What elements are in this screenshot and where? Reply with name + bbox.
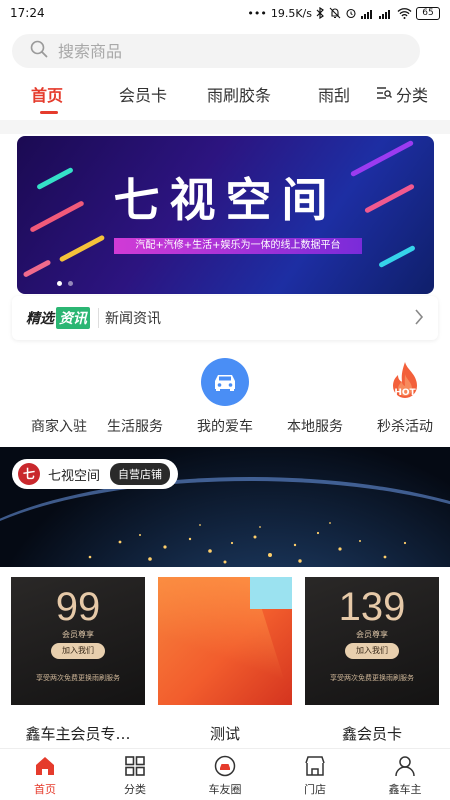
category-tabs: 首页 会员卡 雨刷胶条 雨刮 分类 bbox=[0, 72, 450, 118]
product-title: 鑫车主会员专… bbox=[25, 725, 131, 743]
nav-store[interactable]: 门店 bbox=[270, 755, 360, 799]
card-price: 139 bbox=[338, 585, 406, 629]
home-icon bbox=[34, 755, 56, 777]
store-tag-badge: 自营店铺 bbox=[110, 463, 171, 485]
news-logo: 精选 资讯 bbox=[26, 307, 90, 329]
bluetooth-icon bbox=[316, 7, 325, 19]
quick-label: 秒杀活动 bbox=[377, 419, 433, 435]
store-banner[interactable]: 七 七视空间 自营店铺 bbox=[0, 447, 450, 567]
status-icons: ••• 19.5K/s 65 bbox=[247, 6, 440, 20]
banner-streak bbox=[22, 259, 52, 278]
card-price: 99 bbox=[55, 585, 101, 629]
card-description: 享受两次免费更换雨刷服务 bbox=[330, 674, 414, 682]
news-label: 新闻资讯 bbox=[105, 311, 161, 327]
nav-home[interactable]: 首页 bbox=[0, 755, 90, 799]
signal-icon bbox=[361, 8, 375, 19]
nav-label: 分类 bbox=[124, 783, 146, 796]
banner-subtitle: 汽配+汽修+生活+娱乐为一体的线上数据平台 bbox=[114, 238, 362, 254]
quick-menu: 商家入驻 生活服务 我的爱车 本地服务 HOT 秒杀活动 bbox=[0, 350, 450, 440]
search-bar[interactable] bbox=[12, 34, 420, 68]
banner-dot bbox=[57, 281, 62, 286]
store-icon bbox=[304, 755, 326, 777]
chevron-right-icon bbox=[414, 308, 424, 330]
section-divider bbox=[0, 120, 450, 134]
card-join-badge: 加入我们 bbox=[345, 643, 399, 659]
tab-wiper[interactable]: 雨刮 bbox=[318, 82, 350, 106]
image-accent bbox=[250, 577, 292, 609]
product-image bbox=[158, 577, 292, 705]
quick-label: 本地服务 bbox=[287, 419, 343, 435]
quick-life-service[interactable]: 生活服务 bbox=[90, 350, 180, 440]
grid-icon bbox=[124, 755, 146, 777]
hot-text: HOT bbox=[394, 388, 416, 398]
card-description: 享受两次免费更换雨刷服务 bbox=[36, 674, 120, 682]
promo-banner[interactable]: 七视空间 汽配+汽修+生活+娱乐为一体的线上数据平台 bbox=[17, 136, 434, 294]
mute-bell-icon bbox=[329, 7, 341, 19]
user-icon bbox=[394, 755, 416, 777]
nav-label: 门店 bbox=[304, 783, 326, 796]
store-logo: 七 bbox=[18, 463, 40, 485]
nav-profile[interactable]: 鑫车主 bbox=[360, 755, 450, 799]
quick-flash-sale[interactable]: HOT 秒杀活动 bbox=[360, 350, 450, 440]
banner-streak bbox=[378, 244, 416, 269]
active-tab-indicator bbox=[40, 111, 58, 114]
card-caption: 会员尊享 bbox=[356, 630, 388, 639]
search-input[interactable] bbox=[58, 41, 358, 61]
quick-label: 我的爱车 bbox=[197, 419, 253, 435]
quick-local-service[interactable]: 本地服务 bbox=[270, 350, 360, 440]
banner-streak bbox=[58, 234, 106, 263]
alarm-icon bbox=[345, 7, 357, 19]
nav-label: 首页 bbox=[34, 783, 56, 796]
status-time: 17:24 bbox=[10, 6, 45, 20]
nav-car-friends[interactable]: 车友圈 bbox=[180, 755, 270, 799]
store-name: 七视空间 bbox=[48, 468, 101, 484]
quick-label: 生活服务 bbox=[107, 419, 163, 435]
list-icon bbox=[376, 85, 392, 104]
news-logo-text: 精选 bbox=[26, 311, 54, 327]
tab-category-button[interactable]: 分类 bbox=[376, 82, 428, 106]
bottom-navigation: 首页 分类 车友圈 门店 鑫车主 bbox=[0, 748, 450, 800]
store-info-pill[interactable]: 七 七视空间 自营店铺 bbox=[12, 459, 179, 489]
search-icon bbox=[30, 40, 58, 62]
signal-hd-icon bbox=[379, 8, 393, 19]
banner-pagination bbox=[57, 281, 73, 286]
status-bar: 17:24 ••• 19.5K/s 65 bbox=[0, 0, 450, 26]
product-image: 139 会员尊享 加入我们 享受两次免费更换雨刷服务 bbox=[305, 577, 439, 705]
nav-category[interactable]: 分类 bbox=[90, 755, 180, 799]
card-caption: 会员尊享 bbox=[62, 630, 94, 639]
tab-category-label: 分类 bbox=[396, 86, 429, 105]
product-title: 测试 bbox=[209, 725, 240, 743]
more-dots-icon: ••• bbox=[247, 6, 267, 20]
car-icon bbox=[201, 358, 249, 406]
network-speed: 19.5K/s bbox=[270, 6, 312, 20]
product-image: 99 会员尊享 加入我们 享受两次免费更换雨刷服务 bbox=[11, 577, 145, 705]
product-title: 鑫会员卡 bbox=[341, 725, 402, 743]
card-join-badge: 加入我们 bbox=[51, 643, 105, 659]
news-divider bbox=[98, 308, 99, 328]
nav-label: 鑫车主 bbox=[388, 783, 422, 796]
nav-label: 车友圈 bbox=[208, 783, 242, 796]
product-grid: 99 会员尊享 加入我们 享受两次免费更换雨刷服务 鑫车主会员专… 测试 139… bbox=[0, 567, 450, 747]
banner-title: 七视空间 bbox=[113, 173, 338, 227]
battery-indicator: 65 bbox=[416, 6, 440, 20]
tab-member-card[interactable]: 会员卡 bbox=[119, 82, 167, 106]
hot-flame-icon: HOT bbox=[381, 358, 429, 406]
car-circle-icon bbox=[214, 755, 236, 777]
tab-wiper-strip[interactable]: 雨刷胶条 bbox=[207, 82, 271, 106]
news-ticker[interactable]: 精选 资讯 新闻资讯 bbox=[12, 296, 438, 340]
news-logo-badge: 资讯 bbox=[56, 307, 90, 329]
wifi-icon bbox=[397, 7, 412, 19]
quick-my-car[interactable]: 我的爱车 bbox=[180, 350, 270, 440]
tab-home[interactable]: 首页 bbox=[31, 82, 63, 106]
banner-dot bbox=[68, 281, 73, 286]
